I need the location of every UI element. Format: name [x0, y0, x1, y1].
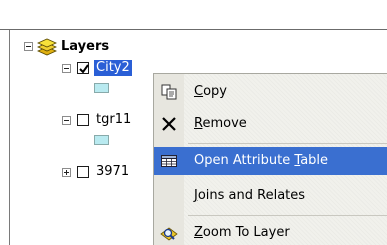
layers-icon	[36, 38, 58, 56]
layer-3971-visibility-checkbox[interactable]	[77, 166, 89, 178]
menu-item-remove[interactable]: Remove	[154, 110, 387, 138]
menu-item-joins-and-relates[interactable]: Joins and Relates	[154, 182, 387, 210]
menu-item-label: Remove	[194, 116, 247, 131]
menu-item-label: Copy	[194, 84, 227, 99]
layer-tgr11-symbol-swatch[interactable]	[94, 135, 109, 145]
layer-3971-label[interactable]: 3971	[96, 164, 129, 180]
menu-item-copy[interactable]: Copy	[154, 78, 387, 106]
menu-separator	[188, 215, 387, 216]
menu-item-label: Joins and Relates	[194, 188, 306, 203]
toc-left-border	[9, 30, 10, 245]
attribute-table-icon	[160, 153, 178, 169]
layers-collapse-toggle[interactable]	[24, 42, 33, 51]
layer-city2-symbol-swatch[interactable]	[94, 83, 109, 93]
menu-item-open-attribute-table[interactable]: Open Attribute Table	[154, 147, 387, 175]
menu-item-zoom-to-layer[interactable]: Zoom To Layer	[154, 219, 387, 245]
copy-icon	[160, 84, 178, 100]
layer-tgr11-label[interactable]: tgr11	[96, 112, 131, 128]
window-top-band	[0, 0, 387, 30]
layer-city2-label[interactable]: City2	[94, 60, 132, 76]
layer-3971-expand-toggle[interactable]	[62, 168, 71, 177]
context-menu: Copy Remove Open Attribute Table Joins a…	[153, 73, 387, 245]
menu-item-label: Open Attribute Table	[194, 153, 329, 168]
menu-separator	[188, 143, 387, 144]
layers-root-label[interactable]: Layers	[61, 39, 109, 55]
layer-tgr11-collapse-toggle[interactable]	[62, 116, 71, 125]
layer-city2-collapse-toggle[interactable]	[62, 64, 71, 73]
zoom-to-layer-icon	[160, 225, 178, 241]
menu-item-label: Zoom To Layer	[194, 225, 290, 240]
layer-tgr11-visibility-checkbox[interactable]	[77, 114, 89, 126]
layer-city2-visibility-checkbox[interactable]	[77, 62, 89, 74]
remove-icon	[160, 116, 178, 132]
